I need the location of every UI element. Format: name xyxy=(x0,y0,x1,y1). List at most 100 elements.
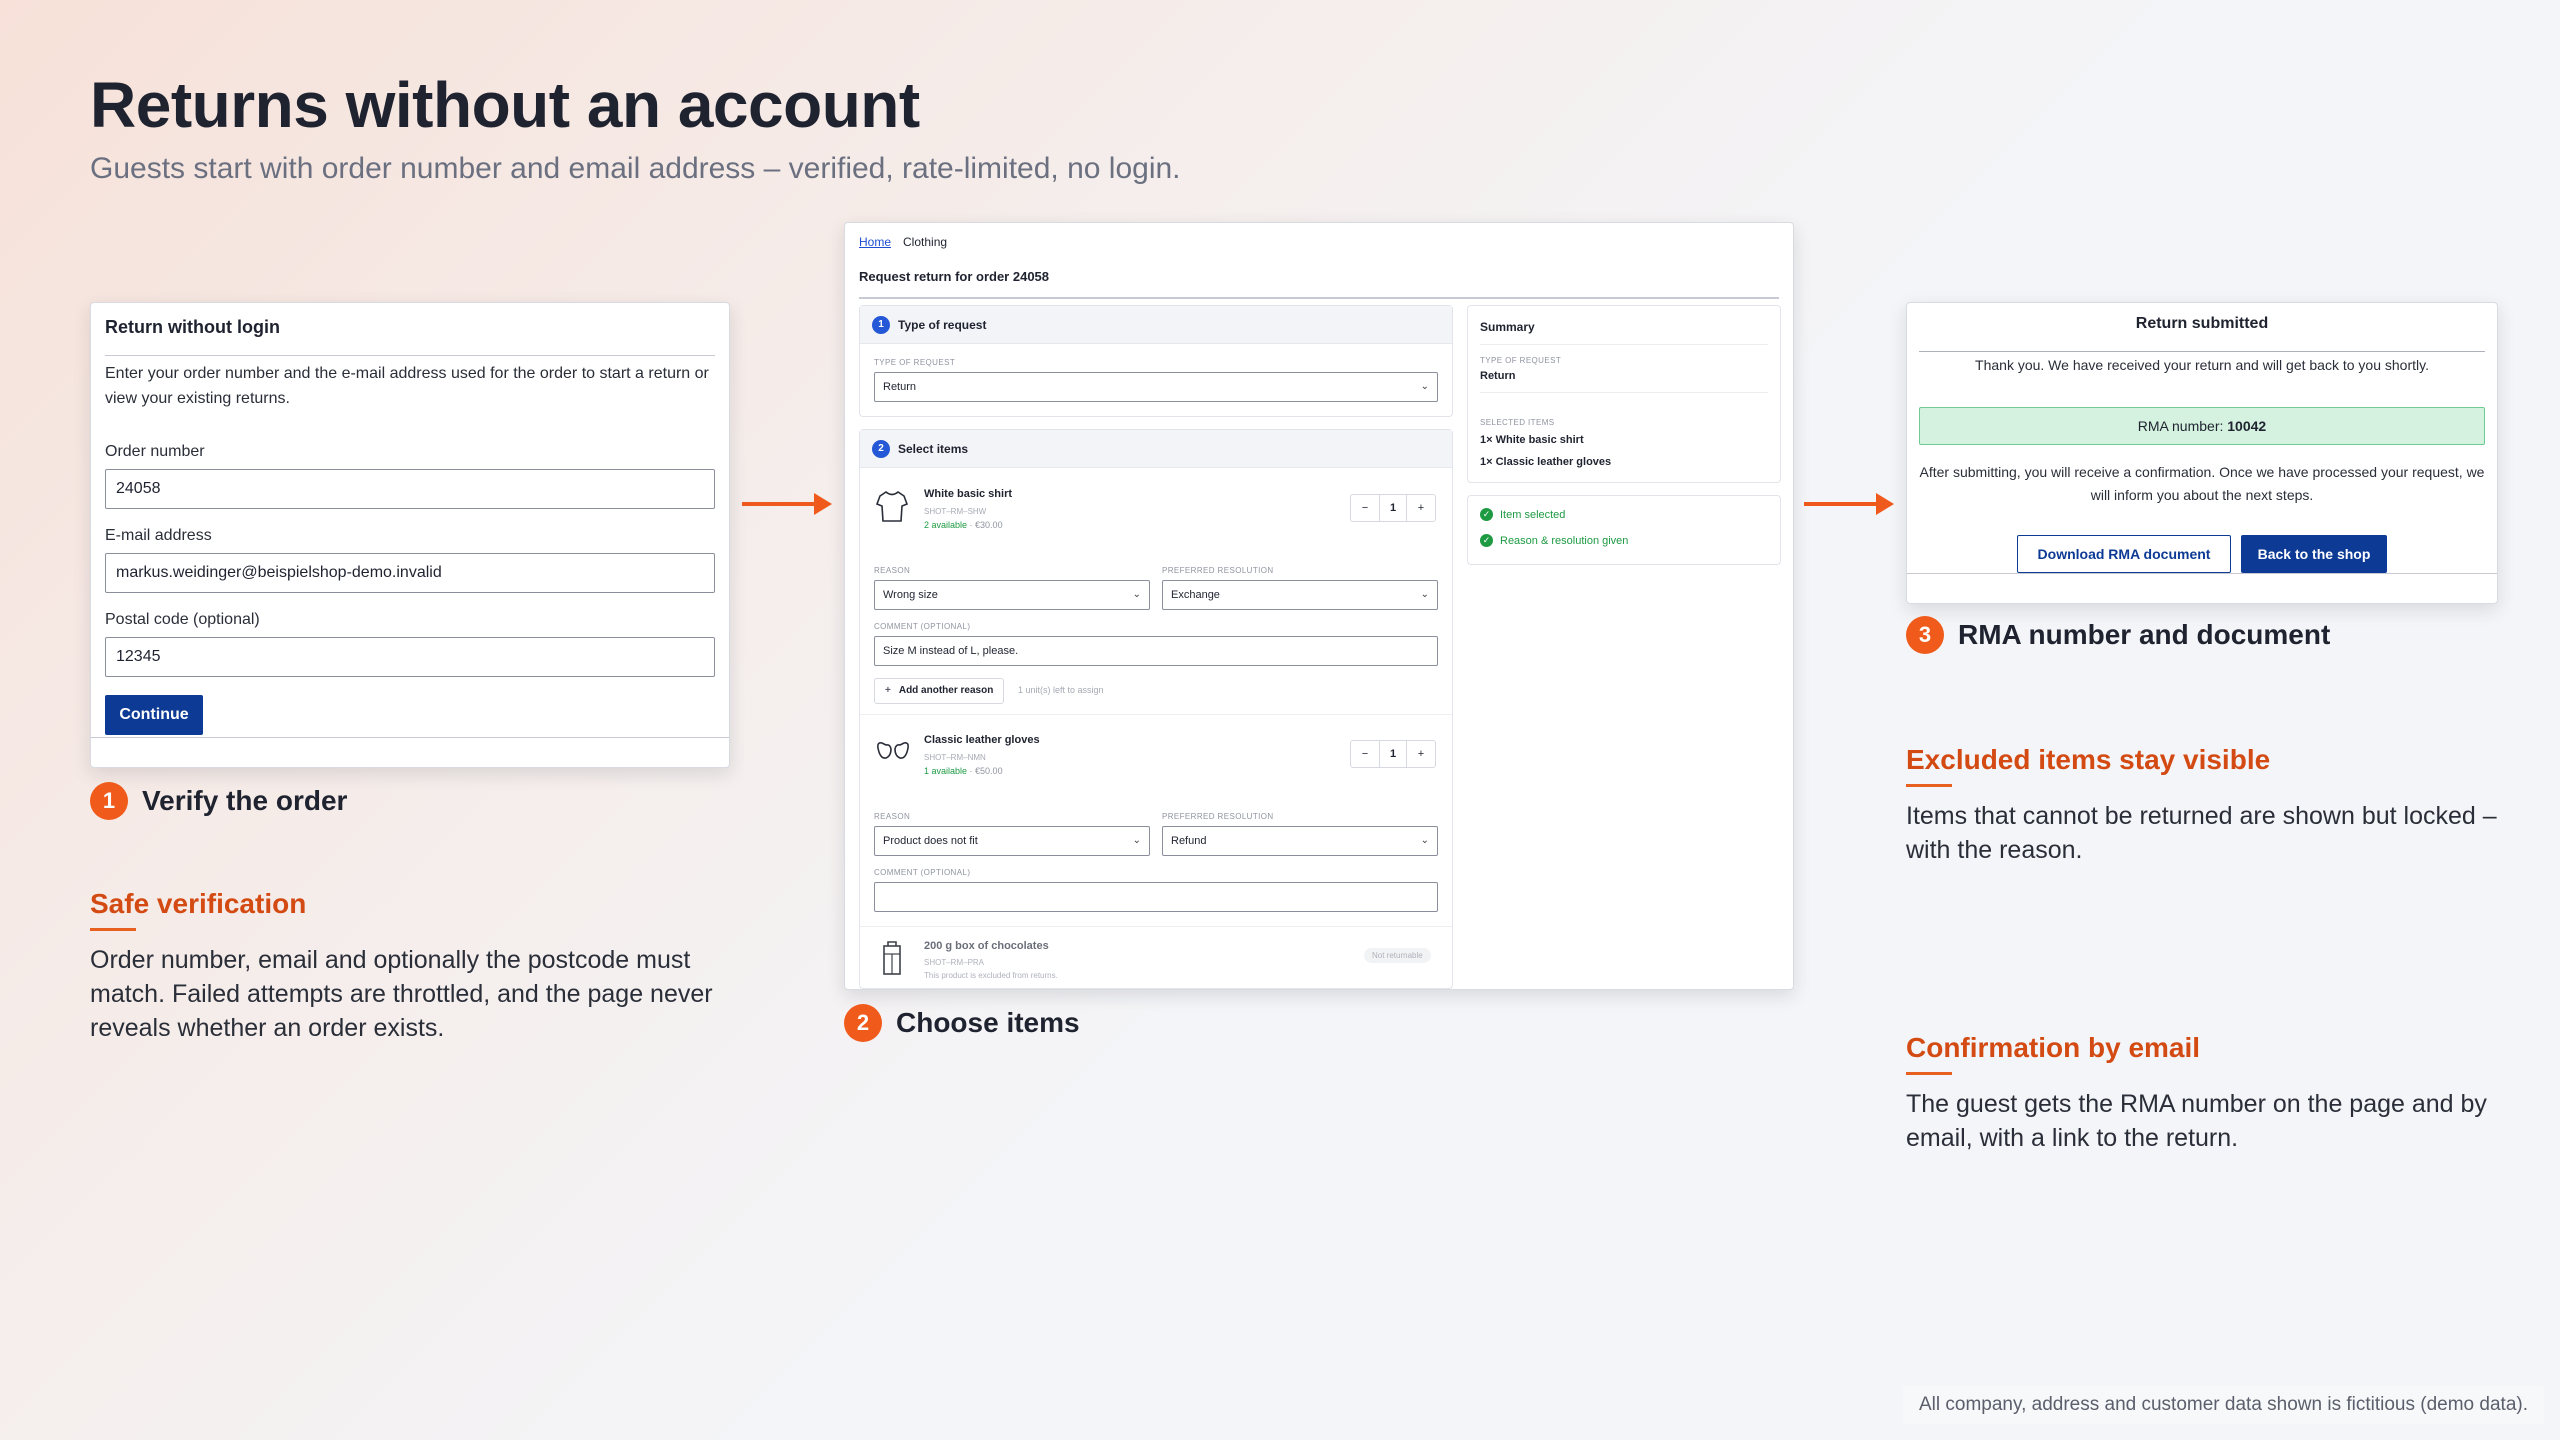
demo-data-note: All company, address and customer data s… xyxy=(1903,1386,2544,1424)
chevron-down-icon: ⌄ xyxy=(1420,381,1429,392)
back-to-shop-button[interactable]: Back to the shop xyxy=(2241,535,2387,573)
feature-safe-verification: Safe verification Order number, email an… xyxy=(90,888,750,1045)
summary-panel: Summary TYPE OF REQUEST Return SELECTED … xyxy=(1467,305,1781,483)
breadcrumb-home-link[interactable]: Home xyxy=(859,235,891,249)
item-name: Classic leather gloves xyxy=(924,734,1040,746)
feature-underline xyxy=(90,928,136,931)
quantity-stepper[interactable]: − 1 + xyxy=(1350,494,1436,522)
resolution-select[interactable]: Exchange ⌄ xyxy=(1162,580,1438,610)
login-card-intro: Enter your order number and the e-mail a… xyxy=(105,365,709,407)
step-number: 2 xyxy=(844,1004,882,1042)
breadcrumb-clothing-link[interactable]: Clothing xyxy=(903,235,947,249)
type-of-request-select[interactable]: Return ⌄ xyxy=(874,372,1438,402)
page-subtitle: Guests start with order number and email… xyxy=(90,152,1181,185)
validation-panel: ✓ Item selected ✓ Reason & resolution give… xyxy=(1467,495,1781,565)
item-name: 200 g box of chocolates xyxy=(924,940,1049,952)
reason-select[interactable]: Wrong size ⌄ xyxy=(874,580,1150,610)
return-submitted-card: Return submitted Thank you. We have rece… xyxy=(1906,302,2498,604)
reason-select[interactable]: Product does not fit ⌄ xyxy=(874,826,1150,856)
resolution-select[interactable]: Refund ⌄ xyxy=(1162,826,1438,856)
item-price: · €30.00 xyxy=(969,520,1003,530)
quantity-value: 1 xyxy=(1379,741,1407,767)
order-number-input[interactable]: 24058 xyxy=(105,469,715,509)
step-number: 3 xyxy=(1906,616,1944,654)
select-value: Product does not fit xyxy=(883,835,978,847)
section-title: Select items xyxy=(898,441,969,456)
item-available-count: 2 available xyxy=(924,520,968,530)
plus-icon: + xyxy=(885,685,891,696)
step-3: 3 RMA number and document xyxy=(1906,616,2330,654)
comment-input[interactable] xyxy=(874,882,1438,912)
section-title: Type of request xyxy=(898,317,987,332)
quantity-value: 1 xyxy=(1379,495,1407,521)
summary-title: Summary xyxy=(1480,320,1535,334)
summary-selected-item: 1× Classic leather gloves xyxy=(1480,456,1612,468)
item-price: · €50.00 xyxy=(969,766,1003,776)
select-value: Refund xyxy=(1171,835,1207,847)
arrow-right-icon xyxy=(1804,493,1894,515)
comment-label: COMMENT (OPTIONAL) xyxy=(874,868,971,877)
rma-number: 10042 xyxy=(2227,418,2267,434)
add-another-reason-button[interactable]: + Add another reason xyxy=(874,678,1005,704)
return-form-title: Request return for order 24058 xyxy=(859,269,1050,284)
item-available-count: 1 available xyxy=(924,766,968,776)
postal-code-input[interactable]: 12345 xyxy=(105,637,715,677)
item-availability: 1 available · €50.00 xyxy=(924,766,1003,776)
select-value: Return xyxy=(883,381,917,393)
increment-button[interactable]: + xyxy=(1407,495,1435,521)
breadcrumb: Home Clothing xyxy=(859,235,947,249)
step-label: RMA number and document xyxy=(1958,619,2331,650)
step-label: Verify the order xyxy=(142,785,348,816)
increment-button[interactable]: + xyxy=(1407,741,1435,767)
chevron-down-icon: ⌄ xyxy=(1420,835,1429,846)
check-item-selected: ✓ Item selected xyxy=(1480,508,1565,521)
reason-label: REASON xyxy=(874,566,911,575)
select-value: Exchange xyxy=(1171,589,1220,601)
feature-text: Items that cannot be returned are shown … xyxy=(1906,802,2497,864)
confirmation-heading: Return submitted xyxy=(2135,315,2269,332)
download-rma-button[interactable]: Download RMA document xyxy=(2017,535,2231,573)
chevron-down-icon: ⌄ xyxy=(1132,835,1141,846)
divider xyxy=(860,926,1452,927)
summary-selected-label: SELECTED ITEMS xyxy=(1480,418,1555,427)
step-number: 1 xyxy=(90,782,128,820)
item-sku: SHOT–RM–NMN xyxy=(924,753,986,762)
divider xyxy=(105,355,715,356)
email-label: E-mail address xyxy=(105,527,212,544)
type-of-request-label: TYPE OF REQUEST xyxy=(874,358,956,367)
step-1: 1 Verify the order xyxy=(90,782,347,820)
check-label: Reason & resolution given xyxy=(1500,534,1629,547)
summary-type-value: Return xyxy=(1480,370,1516,382)
shirt-icon xyxy=(875,491,909,522)
item-sku: SHOT–RM–SHW xyxy=(924,507,987,516)
rma-number-banner: RMA number: 10042 xyxy=(1919,407,2485,445)
request-return-card: Home Clothing Request return for order 2… xyxy=(844,222,1794,990)
feature-text: The guest gets the RMA number on the pag… xyxy=(1906,1090,2487,1152)
summary-type-label: TYPE OF REQUEST xyxy=(1480,356,1562,365)
unit-hint: 1 unit(s) left to assign xyxy=(1018,685,1104,695)
comment-input[interactable]: Size M instead of L, please. xyxy=(874,636,1438,666)
resolution-label: PREFERRED RESOLUTION xyxy=(1162,566,1274,575)
arrow-right-icon xyxy=(742,493,832,515)
email-input[interactable]: markus.weidinger@beispielshop-demo.inval… xyxy=(105,553,715,593)
section-number: 1 xyxy=(872,315,890,334)
item-excluded-note: This product is excluded from returns. xyxy=(924,971,1058,980)
continue-button[interactable]: Continue xyxy=(105,695,203,735)
select-items-panel: 2 Select items White basic shirt SHOT–RM–… xyxy=(859,429,1453,989)
not-returnable-badge: Not returnable xyxy=(1364,948,1431,963)
resolution-label: PREFERRED RESOLUTION xyxy=(1162,812,1274,821)
item-name: White basic shirt xyxy=(924,488,1013,500)
return-without-login-card: Return without login Enter your order nu… xyxy=(90,302,730,768)
decrement-button[interactable]: − xyxy=(1351,741,1379,767)
divider xyxy=(859,297,1779,299)
item-availability: 2 available · €30.00 xyxy=(924,520,1003,530)
item-sku: SHOT–RM–PRA xyxy=(924,958,985,967)
chevron-down-icon: ⌄ xyxy=(1420,589,1429,600)
step-label: Choose items xyxy=(896,1007,1080,1038)
confirmation-thanks: Thank you. We have received your return … xyxy=(1975,357,2429,373)
select-value: Wrong size xyxy=(883,589,938,601)
decrement-button[interactable]: − xyxy=(1351,495,1379,521)
divider xyxy=(1480,344,1768,345)
page-title: Returns without an account xyxy=(90,69,920,141)
quantity-stepper[interactable]: − 1 + xyxy=(1350,740,1436,768)
